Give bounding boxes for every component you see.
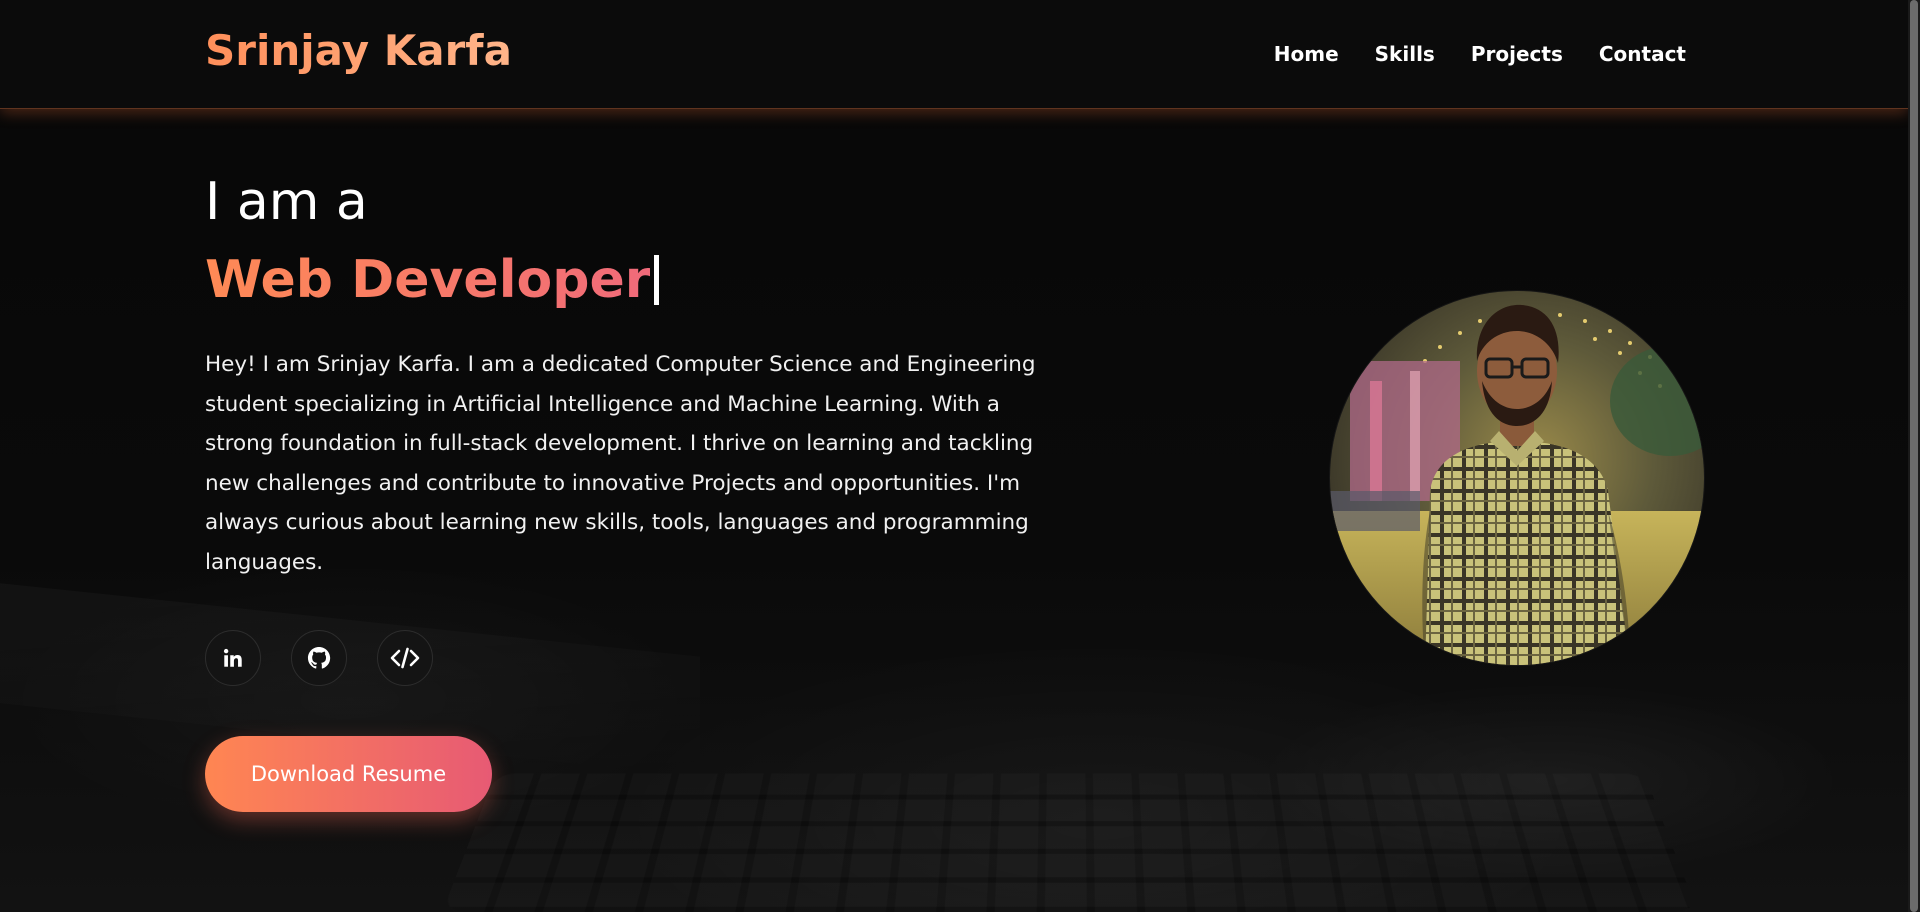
typing-cursor	[654, 255, 660, 305]
github-button[interactable]	[291, 630, 347, 686]
nav-link-projects[interactable]: Projects	[1471, 42, 1563, 66]
social-links	[205, 630, 433, 686]
nav-link-skills[interactable]: Skills	[1375, 42, 1435, 66]
brand-logo[interactable]: Srinjay Karfa	[205, 26, 512, 75]
nav-link-contact[interactable]: Contact	[1599, 42, 1686, 66]
hero-bio: Hey! I am Srinjay Karfa. I am a dedicate…	[205, 352, 1036, 575]
code-icon	[390, 646, 420, 670]
github-icon	[306, 645, 332, 671]
portfolio-page: Srinjay Karfa Home Skills Projects Conta…	[0, 0, 1920, 912]
navbar: Srinjay Karfa Home Skills Projects Conta…	[0, 0, 1908, 109]
background-keyboard	[442, 773, 1698, 912]
nav-link-home[interactable]: Home	[1274, 42, 1339, 66]
profile-photo	[1330, 291, 1704, 665]
linkedin-button[interactable]	[205, 630, 261, 686]
code-profile-button[interactable]	[377, 630, 433, 686]
nav-links: Home Skills Projects Contact	[1274, 42, 1686, 66]
hero-intro: I am a	[205, 172, 368, 232]
download-resume-button[interactable]: Download Resume	[205, 736, 492, 812]
hero-role: Web Developer	[205, 250, 660, 310]
linkedin-icon	[222, 647, 244, 669]
hero-role-text: Web Developer	[205, 250, 651, 310]
scrollbar-thumb[interactable]	[1910, 0, 1918, 912]
scrollbar[interactable]	[1908, 0, 1920, 912]
